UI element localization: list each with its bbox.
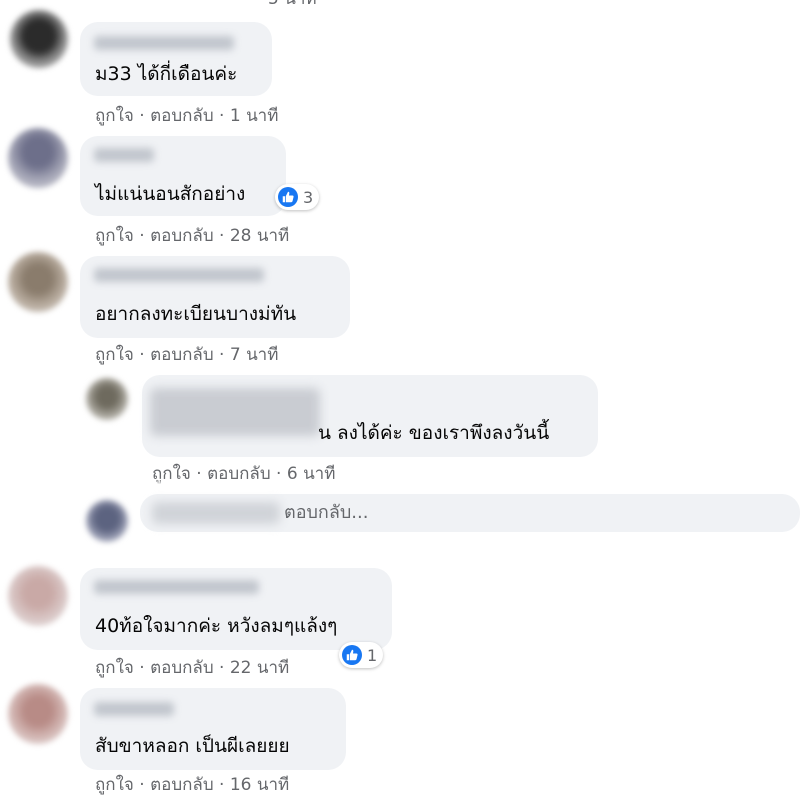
comment-text: ม33 ได้กี่เดือนค่ะ [95,63,238,85]
like-link[interactable]: ถูกใจ [95,775,134,795]
separator: · [213,775,230,795]
like-link[interactable]: ถูกใจ [95,345,134,365]
avatar[interactable] [8,128,68,188]
separator: · [270,464,287,484]
separator: · [133,106,151,126]
like-link[interactable]: ถูกใจ [95,658,134,678]
thumbs-up-icon [278,187,298,207]
previous-comment-time: 5 นาที [268,0,317,9]
comment-time[interactable]: 7 นาที [230,345,279,365]
like-link[interactable]: ถูกใจ [152,464,191,484]
commenter-name-blurred[interactable] [94,36,234,50]
separator: · [213,658,230,678]
like-link[interactable]: ถูกใจ [95,106,134,126]
commenter-name-blurred[interactable] [94,702,174,716]
comment-text: 40ท้อใจมากค่ะ หวังลมๆแล้งๆ [95,615,338,637]
separator: · [133,775,151,795]
reply-link[interactable]: ตอบกลับ [150,775,214,795]
reply-link[interactable]: ตอบกลับ [207,464,271,484]
comment-time[interactable]: 6 นาที [287,464,336,484]
comment-text: อยากลงทะเบียนบางม่ทัน [95,303,297,325]
reply-input[interactable]: ตอบกลับ... [140,494,800,532]
comment-time[interactable]: 1 นาที [230,106,279,126]
avatar[interactable] [8,252,68,312]
commenter-name-blurred[interactable] [94,580,259,594]
reply-link[interactable]: ตอบกลับ [150,226,214,246]
comment-actions: ถูกใจ · ตอบกลับ · 16 นาที [95,775,289,795]
reply-input-mention-blurred [152,502,280,524]
reaction-count[interactable]: 1 [339,642,384,668]
comment-actions: ถูกใจ · ตอบกลับ · 7 นาที [95,345,278,365]
commenter-name-blurred[interactable] [94,148,154,162]
comment-time[interactable]: 22 นาที [230,658,289,678]
comment-actions: ถูกใจ · ตอบกลับ · 28 นาที [95,226,289,246]
avatar[interactable] [10,10,68,68]
separator: · [133,345,151,365]
thumbs-up-icon [342,645,362,665]
comment-time[interactable]: 28 นาที [230,226,289,246]
comment-actions: ถูกใจ · ตอบกลับ · 1 นาที [95,106,278,126]
separator: · [213,226,230,246]
comment-time[interactable]: 16 นาที [230,775,289,795]
separator: · [133,658,151,678]
reaction-count[interactable]: 3 [275,184,320,210]
reaction-number: 1 [367,645,378,665]
reply-link[interactable]: ตอบกลับ [150,658,214,678]
reply-actions: ถูกใจ · ตอบกลับ · 6 นาที [152,464,335,484]
reply-avatar[interactable] [86,378,128,420]
reply-link[interactable]: ตอบกลับ [150,106,214,126]
separator: · [213,106,230,126]
avatar[interactable] [8,684,68,744]
comment-actions: ถูกใจ · ตอบกลับ · 22 นาที [95,658,289,678]
avatar[interactable] [8,566,68,626]
reaction-number: 3 [303,187,314,207]
reply-link[interactable]: ตอบกลับ [150,345,214,365]
reply-name-blurred[interactable] [150,388,320,436]
separator: · [213,345,230,365]
reply-input-placeholder: ตอบกลับ... [284,502,369,523]
like-link[interactable]: ถูกใจ [95,226,134,246]
separator: · [133,226,151,246]
comment-text: สับขาหลอก เป็นผีเลยยย [95,735,290,757]
commenter-name-blurred[interactable] [94,268,264,282]
separator: · [190,464,208,484]
comment-text: ไม่แน่นอนสักอย่าง [95,183,246,205]
current-user-avatar [86,500,128,542]
reply-text: น ลงได้ค่ะ ของเราพึงลงวันนี้ [318,422,550,444]
